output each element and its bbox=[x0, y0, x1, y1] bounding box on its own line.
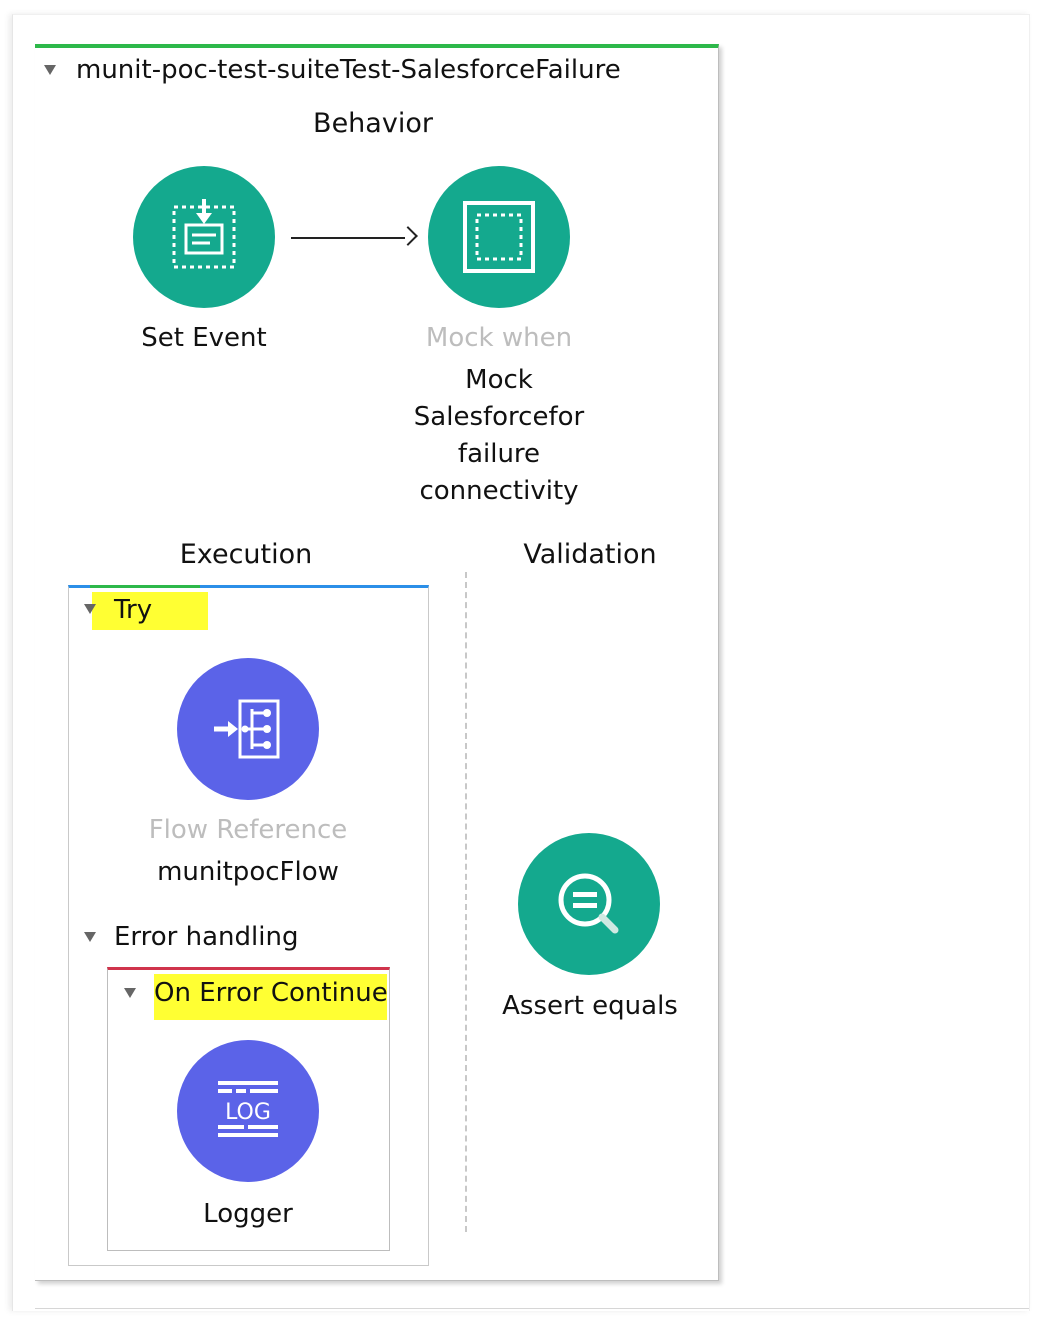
collapse-on-error-continue-triangle-icon[interactable] bbox=[124, 988, 136, 998]
logger-icon-text: LOG bbox=[225, 1100, 271, 1125]
mock-when-name-line-4: connectivity bbox=[419, 476, 579, 506]
canvas-bottom-divider bbox=[35, 1308, 1029, 1309]
set-event-label: Set Event bbox=[141, 323, 267, 353]
logger-icon[interactable]: LOG bbox=[177, 1040, 319, 1182]
try-scope-green-marker bbox=[90, 585, 200, 588]
validation-section-label: Validation bbox=[523, 539, 657, 570]
logger-label: Logger bbox=[203, 1199, 293, 1229]
flow-reference-type-label: Flow Reference bbox=[148, 815, 348, 845]
collapse-error-handling-triangle-icon[interactable] bbox=[84, 932, 96, 942]
collapse-test-triangle-icon[interactable] bbox=[44, 65, 56, 75]
mock-when-icon[interactable] bbox=[428, 166, 570, 308]
mock-when-name-line-2: Salesforcefor bbox=[413, 402, 585, 432]
flow-arrow-line bbox=[291, 237, 405, 239]
try-label: Try bbox=[114, 595, 153, 625]
error-handling-label: Error handling bbox=[114, 922, 299, 952]
assert-equals-label: Assert equals bbox=[502, 991, 678, 1021]
mock-when-name-line-3: failure bbox=[457, 439, 541, 469]
behavior-section-label: Behavior bbox=[313, 108, 433, 139]
test-title: munit-poc-test-suiteTest-SalesforceFailu… bbox=[76, 55, 621, 85]
execution-validation-divider bbox=[465, 572, 467, 1232]
execution-section-label: Execution bbox=[179, 539, 313, 570]
collapse-try-triangle-icon[interactable] bbox=[84, 604, 96, 614]
mock-when-name-line-1: Mock bbox=[465, 365, 533, 395]
on-error-continue-label: On Error Continue bbox=[154, 978, 388, 1008]
mock-when-type-label: Mock when bbox=[425, 323, 573, 353]
set-event-icon[interactable] bbox=[133, 166, 275, 308]
flow-reference-icon[interactable] bbox=[177, 658, 319, 800]
assert-equals-icon[interactable] bbox=[518, 833, 660, 975]
flow-reference-name: munitpocFlow bbox=[157, 857, 339, 887]
